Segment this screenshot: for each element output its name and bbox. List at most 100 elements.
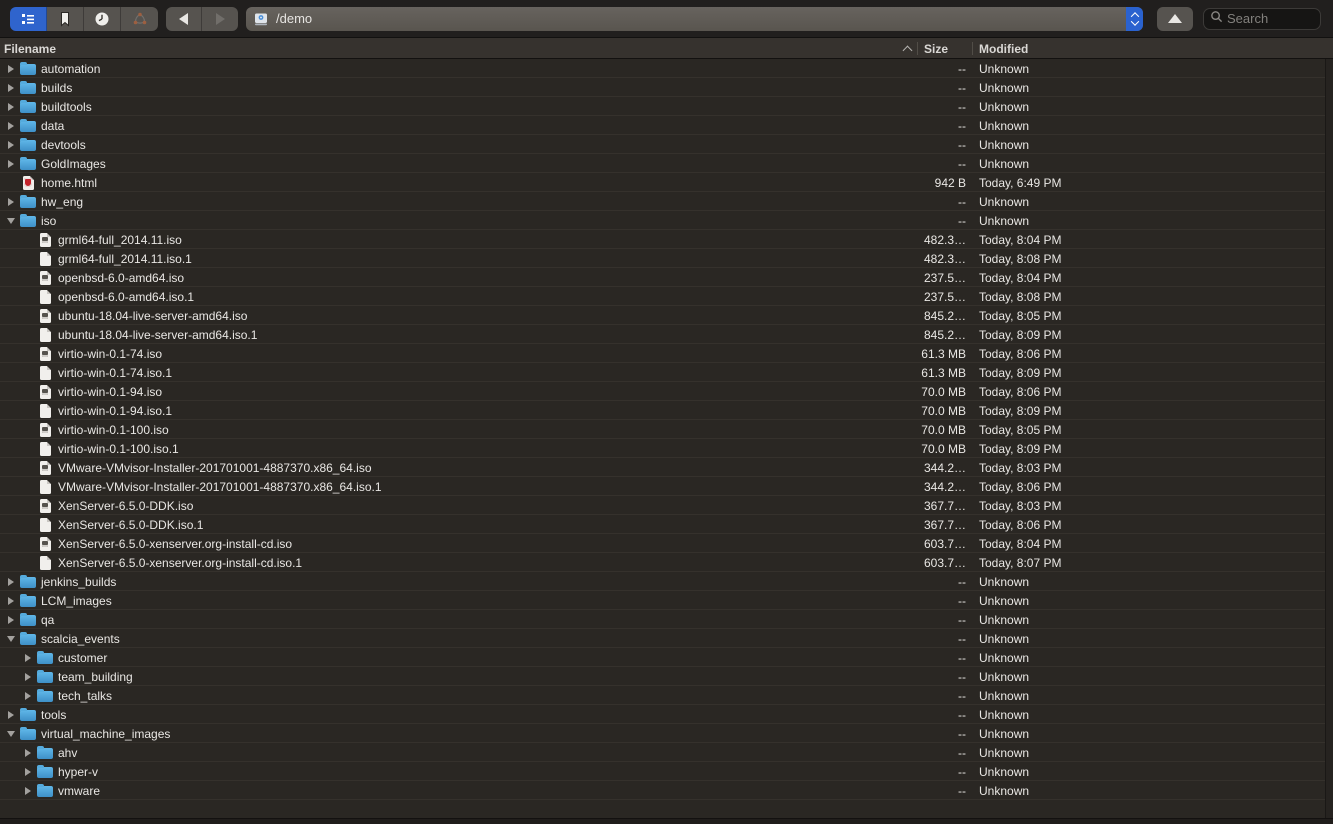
disclosure-triangle[interactable] bbox=[6, 141, 20, 149]
disclosure-triangle[interactable] bbox=[6, 160, 20, 168]
disclosure-triangle[interactable] bbox=[6, 578, 20, 586]
table-row[interactable]: ahv -- Unknown bbox=[0, 743, 1325, 762]
table-row[interactable]: virtio-win-0.1-100.iso.1 70.0 MB Today, … bbox=[0, 439, 1325, 458]
table-row[interactable]: jenkins_builds -- Unknown bbox=[0, 572, 1325, 591]
path-dropdown[interactable]: /demo bbox=[246, 6, 1143, 31]
table-row[interactable]: openbsd-6.0-amd64.iso 237.5… Today, 8:04… bbox=[0, 268, 1325, 287]
table-row[interactable]: virtual_machine_images -- Unknown bbox=[0, 724, 1325, 743]
folder-icon bbox=[20, 157, 36, 170]
table-row[interactable]: VMware-VMvisor-Installer-201701001-48873… bbox=[0, 458, 1325, 477]
table-row[interactable]: tools -- Unknown bbox=[0, 705, 1325, 724]
iso-file-icon bbox=[39, 270, 51, 285]
size-cell: -- bbox=[958, 156, 966, 171]
size-cell: -- bbox=[958, 669, 966, 684]
disclosure-triangle[interactable] bbox=[6, 103, 20, 111]
filename-cell: VMware-VMvisor-Installer-201701001-48873… bbox=[0, 477, 917, 496]
scrollbar-gutter[interactable] bbox=[1325, 59, 1333, 818]
table-row[interactable]: virtio-win-0.1-74.iso 61.3 MB Today, 8:0… bbox=[0, 344, 1325, 363]
table-row[interactable]: grml64-full_2014.11.iso 482.3… Today, 8:… bbox=[0, 230, 1325, 249]
table-row[interactable]: XenServer-6.5.0-xenserver.org-install-cd… bbox=[0, 553, 1325, 572]
column-header-filename[interactable]: Filename bbox=[0, 38, 917, 59]
table-row[interactable]: VMware-VMvisor-Installer-201701001-48873… bbox=[0, 477, 1325, 496]
table-row[interactable]: iso -- Unknown bbox=[0, 211, 1325, 230]
filename-cell: tools bbox=[0, 705, 917, 724]
disclosure-triangle[interactable] bbox=[6, 122, 20, 130]
table-row[interactable]: hyper-v -- Unknown bbox=[0, 762, 1325, 781]
table-row[interactable]: GoldImages -- Unknown bbox=[0, 154, 1325, 173]
toolbar: /demo bbox=[0, 0, 1333, 38]
table-row[interactable]: grml64-full_2014.11.iso.1 482.3… Today, … bbox=[0, 249, 1325, 268]
table-row[interactable]: home.html 942 B Today, 6:49 PM bbox=[0, 173, 1325, 192]
table-row[interactable]: ubuntu-18.04-live-server-amd64.iso.1 845… bbox=[0, 325, 1325, 344]
filename-label: openbsd-6.0-amd64.iso.1 bbox=[58, 289, 195, 304]
folder-icon bbox=[20, 119, 36, 132]
filename-label: virtual_machine_images bbox=[41, 726, 171, 741]
go-up-button[interactable] bbox=[1157, 6, 1193, 31]
folder-icon bbox=[37, 689, 53, 702]
table-row[interactable]: XenServer-6.5.0-DDK.iso.1 367.7… Today, … bbox=[0, 515, 1325, 534]
column-header-size[interactable]: Size bbox=[917, 38, 972, 59]
disclosure-triangle[interactable] bbox=[6, 198, 20, 206]
table-row[interactable]: qa -- Unknown bbox=[0, 610, 1325, 629]
disclosure-triangle[interactable] bbox=[23, 654, 37, 662]
filename-cell: virtual_machine_images bbox=[0, 724, 917, 743]
table-row[interactable]: LCM_images -- Unknown bbox=[0, 591, 1325, 610]
size-cell: 70.0 MB bbox=[921, 441, 966, 456]
disclosure-triangle[interactable] bbox=[23, 749, 37, 757]
table-row[interactable]: vmware -- Unknown bbox=[0, 781, 1325, 800]
size-cell: 603.7… bbox=[923, 555, 966, 570]
filename-label: XenServer-6.5.0-DDK.iso.1 bbox=[58, 517, 204, 532]
table-row[interactable]: XenServer-6.5.0-DDK.iso 367.7… Today, 8:… bbox=[0, 496, 1325, 515]
disclosure-triangle[interactable] bbox=[23, 787, 37, 795]
column-header-modified[interactable]: Modified bbox=[972, 38, 1333, 59]
modified-cell: Today, 8:04 PM bbox=[979, 232, 1062, 247]
table-row[interactable]: tech_talks -- Unknown bbox=[0, 686, 1325, 705]
size-cell: -- bbox=[958, 61, 966, 76]
disclosure-triangle[interactable] bbox=[6, 731, 20, 737]
disclosure-triangle[interactable] bbox=[6, 616, 20, 624]
table-row[interactable]: scalcia_events -- Unknown bbox=[0, 629, 1325, 648]
disclosure-triangle[interactable] bbox=[6, 218, 20, 224]
disclosure-triangle[interactable] bbox=[6, 65, 20, 73]
disclosure-triangle[interactable] bbox=[6, 84, 20, 92]
disclosure-triangle[interactable] bbox=[6, 597, 20, 605]
path-stepper[interactable] bbox=[1126, 6, 1143, 31]
table-row[interactable]: XenServer-6.5.0-xenserver.org-install-cd… bbox=[0, 534, 1325, 553]
outline-view-button[interactable] bbox=[10, 6, 47, 31]
disclosure-triangle[interactable] bbox=[6, 636, 20, 642]
filename-label: virtio-win-0.1-94.iso.1 bbox=[58, 403, 173, 418]
table-row[interactable]: team_building -- Unknown bbox=[0, 667, 1325, 686]
table-row[interactable]: virtio-win-0.1-74.iso.1 61.3 MB Today, 8… bbox=[0, 363, 1325, 382]
search-input[interactable] bbox=[1227, 11, 1307, 26]
filename-label: XenServer-6.5.0-DDK.iso bbox=[58, 498, 194, 513]
table-row[interactable]: hw_eng -- Unknown bbox=[0, 192, 1325, 211]
forward-button[interactable] bbox=[202, 6, 238, 31]
table-row[interactable]: virtio-win-0.1-94.iso 70.0 MB Today, 8:0… bbox=[0, 382, 1325, 401]
table-row[interactable]: buildtools -- Unknown bbox=[0, 97, 1325, 116]
folder-icon bbox=[20, 214, 36, 227]
table-row[interactable]: data -- Unknown bbox=[0, 116, 1325, 135]
table-row[interactable]: openbsd-6.0-amd64.iso.1 237.5… Today, 8:… bbox=[0, 287, 1325, 306]
search-field[interactable] bbox=[1203, 7, 1321, 30]
history-view-button[interactable] bbox=[84, 6, 121, 31]
size-cell: 237.5… bbox=[923, 270, 966, 285]
filename-label: tech_talks bbox=[58, 688, 113, 703]
disclosure-triangle[interactable] bbox=[23, 768, 37, 776]
iso-file-icon bbox=[39, 422, 51, 437]
table-row[interactable]: ubuntu-18.04-live-server-amd64.iso 845.2… bbox=[0, 306, 1325, 325]
disclosure-triangle[interactable] bbox=[23, 692, 37, 700]
table-row[interactable]: automation -- Unknown bbox=[0, 59, 1325, 78]
disclosure-triangle[interactable] bbox=[6, 711, 20, 719]
table-row[interactable]: builds -- Unknown bbox=[0, 78, 1325, 97]
modified-cell: Unknown bbox=[979, 707, 1030, 722]
network-view-button[interactable] bbox=[121, 6, 158, 31]
table-row[interactable]: customer -- Unknown bbox=[0, 648, 1325, 667]
table-row[interactable]: virtio-win-0.1-94.iso.1 70.0 MB Today, 8… bbox=[0, 401, 1325, 420]
table-row[interactable]: virtio-win-0.1-100.iso 70.0 MB Today, 8:… bbox=[0, 420, 1325, 439]
disclosure-triangle[interactable] bbox=[23, 673, 37, 681]
table-row[interactable]: devtools -- Unknown bbox=[0, 135, 1325, 154]
folder-icon bbox=[20, 594, 36, 607]
modified-cell: Unknown bbox=[979, 650, 1030, 665]
back-button[interactable] bbox=[166, 6, 202, 31]
bookmarks-view-button[interactable] bbox=[47, 6, 84, 31]
